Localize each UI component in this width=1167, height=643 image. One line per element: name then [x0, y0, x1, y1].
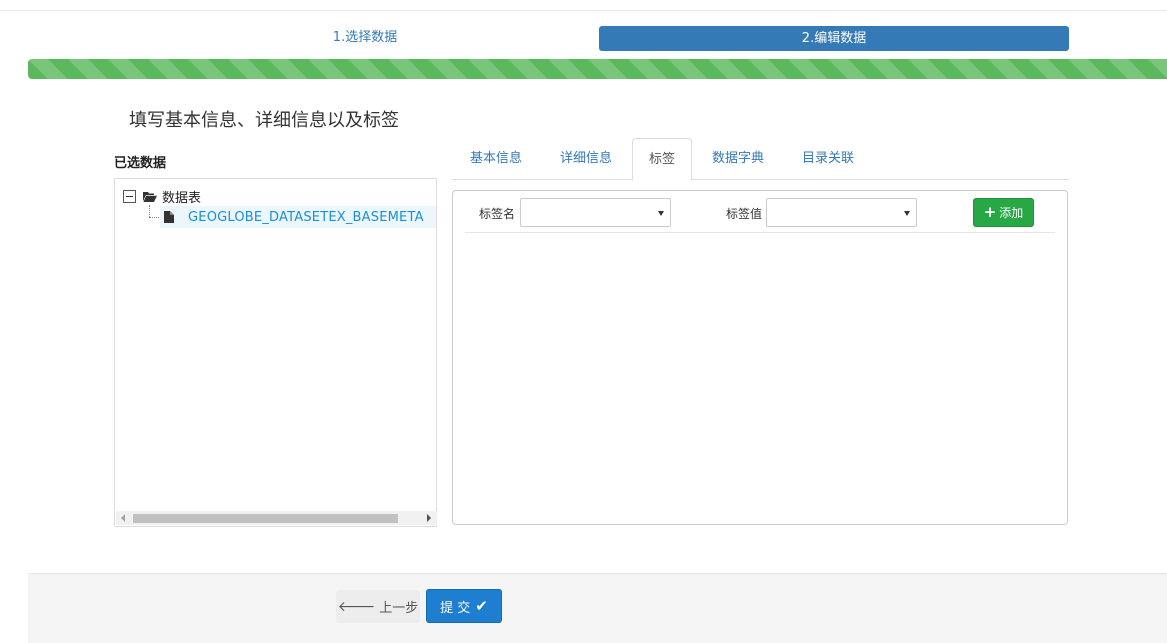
scroll-left-icon[interactable] — [121, 514, 125, 522]
plus-icon: + — [983, 203, 997, 221]
step-2-edit-data[interactable]: 2.编辑数据 — [599, 26, 1069, 51]
scroll-right-icon[interactable] — [427, 514, 431, 522]
tag-panel: 标签名 标签值 + 添加 — [452, 190, 1068, 525]
tab-tags[interactable]: 标签 — [632, 138, 692, 181]
page-heading: 填写基本信息、详细信息以及标签 — [129, 110, 399, 131]
selected-data-tree: 数据表 GEOGLOBE_DATASETEX_BASEMETA — [114, 178, 437, 527]
file-icon — [164, 211, 174, 223]
arrow-left-icon: 🡐 — [337, 599, 376, 615]
tree-child-label: GEOGLOBE_DATASETEX_BASEMETA — [188, 209, 424, 225]
selected-data-label: 已选数据 — [114, 156, 167, 171]
previous-step-button[interactable]: 🡐 上一步 — [336, 590, 420, 623]
tag-name-select[interactable] — [520, 198, 671, 227]
checkmark-icon: ✔ — [475, 597, 488, 615]
tag-name-label: 标签名 — [479, 207, 516, 221]
tag-value-select[interactable] — [766, 198, 917, 227]
tree-connector — [149, 205, 150, 217]
tab-basic-info[interactable]: 基本信息 — [452, 138, 540, 180]
horizontal-scrollbar[interactable] — [116, 511, 437, 525]
tree-child-node[interactable]: GEOGLOBE_DATASETEX_BASEMETA — [160, 206, 436, 228]
top-divider — [0, 10, 1167, 11]
folder-open-icon — [143, 191, 157, 202]
tag-value-label: 标签值 — [726, 207, 763, 221]
collapse-toggle-icon[interactable] — [123, 189, 136, 203]
tab-bar: 基本信息 详细信息 标签 数据字典 目录关联 — [452, 138, 1069, 181]
submit-button[interactable]: 提 交 ✔ — [426, 589, 502, 623]
add-tag-button[interactable]: + 添加 — [973, 198, 1034, 227]
submit-label: 提 交 — [440, 600, 471, 616]
chevron-down-icon — [904, 211, 910, 216]
step-1-select-data[interactable]: 1.选择数据 — [250, 26, 480, 50]
tab-detail-info[interactable]: 详细信息 — [542, 138, 630, 180]
previous-step-label: 上一步 — [379, 601, 419, 616]
tree-root-node[interactable]: 数据表 — [123, 187, 202, 206]
tab-data-dictionary[interactable]: 数据字典 — [696, 138, 780, 180]
tree-root-label: 数据表 — [162, 190, 202, 206]
footer-bar — [28, 573, 1167, 643]
scrollbar-thumb[interactable] — [133, 514, 398, 523]
add-tag-label: 添加 — [999, 206, 1024, 220]
panel-divider — [465, 232, 1055, 233]
chevron-down-icon — [658, 211, 664, 216]
tab-catalog-link[interactable]: 目录关联 — [786, 138, 870, 180]
progress-bar — [28, 59, 1167, 79]
